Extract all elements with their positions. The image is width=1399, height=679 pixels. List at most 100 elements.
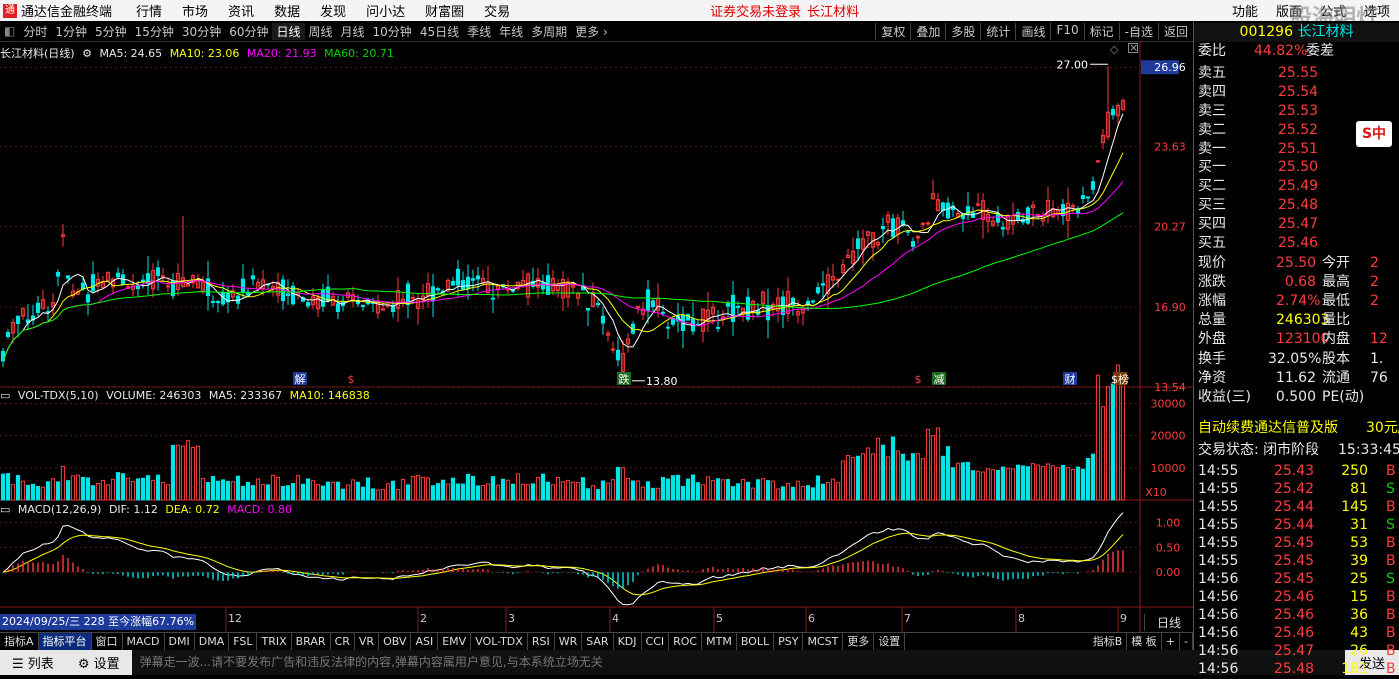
period-multi[interactable]: 多周期 xyxy=(527,23,571,40)
tick-side: S xyxy=(1386,571,1395,587)
tab-right-3[interactable]: - xyxy=(1180,633,1193,650)
login-warning[interactable]: 证券交易未登录 xyxy=(710,1,801,20)
tool-unfavorite[interactable]: -自选 xyxy=(1118,22,1158,40)
menu-item-news[interactable]: 资讯 xyxy=(218,1,264,20)
tab-18[interactable]: KDJ xyxy=(614,633,642,650)
period-monthly[interactable]: 月线 xyxy=(337,23,369,40)
tool-adjust[interactable]: 复权 xyxy=(875,22,910,40)
tool-back[interactable]: 返回 xyxy=(1157,22,1193,40)
tab-11[interactable]: OBV xyxy=(379,633,412,650)
tab-0[interactable]: 指标A xyxy=(0,633,39,650)
tab-3[interactable]: MACD xyxy=(123,633,165,650)
tab-4[interactable]: DMI xyxy=(165,633,195,650)
tab-12[interactable]: ASI xyxy=(411,633,439,650)
volume-bar xyxy=(650,487,656,501)
tool-overlay[interactable]: 叠加 xyxy=(910,22,945,40)
tab-22[interactable]: BOLL xyxy=(737,633,775,650)
candle-body xyxy=(820,283,826,286)
tick-side: B xyxy=(1386,589,1396,605)
tab-8[interactable]: BRAR xyxy=(292,633,331,650)
sogou-input-icon[interactable]: S中 xyxy=(1356,121,1392,147)
tab-24[interactable]: MCST xyxy=(803,633,844,650)
menu-item-market[interactable]: 市场 xyxy=(172,1,218,20)
grid-icon[interactable]: ◧ xyxy=(0,24,19,38)
stat-value2: 12 xyxy=(1370,331,1388,347)
candle-body xyxy=(490,297,496,300)
candle-body xyxy=(335,303,341,312)
period-weekly[interactable]: 周线 xyxy=(305,23,337,40)
trade-time: 15:33:45 xyxy=(1338,442,1399,458)
candle-body xyxy=(660,311,666,314)
tab-10[interactable]: VR xyxy=(355,633,380,650)
menu-function[interactable]: 功能 xyxy=(1223,1,1267,20)
candle-body xyxy=(905,230,911,233)
volume-bar xyxy=(150,479,156,501)
tab-2[interactable]: 窗口 xyxy=(92,633,123,650)
period-30min[interactable]: 30分钟 xyxy=(178,23,225,40)
tick-row: 14:56 25.46 36 B xyxy=(1198,606,1398,625)
menu-item-ask[interactable]: 问小达 xyxy=(356,1,415,20)
vol-unit-label: X10 xyxy=(1145,486,1167,499)
period-more[interactable]: 更多 › xyxy=(571,23,612,40)
ad-text[interactable]: 自动续费通达信普及版 xyxy=(1198,420,1338,436)
tool-f10[interactable]: F10 xyxy=(1050,22,1083,40)
tab-right-2[interactable]: + xyxy=(1162,633,1181,650)
tab-20[interactable]: ROC xyxy=(669,633,703,650)
tab-17[interactable]: SAR xyxy=(582,633,614,650)
period-10min[interactable]: 10分钟 xyxy=(369,23,416,40)
tool-mark[interactable]: 标记 xyxy=(1083,22,1119,40)
tab-16[interactable]: WR xyxy=(555,633,583,650)
period-year[interactable]: 年线 xyxy=(495,23,527,40)
tool-multistock[interactable]: 多股 xyxy=(945,22,980,40)
period-daily[interactable]: 日线 xyxy=(272,22,305,40)
tab-21[interactable]: MTM xyxy=(702,633,737,650)
period-60min[interactable]: 60分钟 xyxy=(225,23,272,40)
menu-item-quote[interactable]: 行情 xyxy=(126,1,172,20)
tick-volume: 15 xyxy=(1350,589,1368,605)
menu-item-wealth[interactable]: 财富圈 xyxy=(415,1,474,20)
menu-item-data[interactable]: 数据 xyxy=(264,1,310,20)
period-5min[interactable]: 5分钟 xyxy=(91,23,131,40)
tool-stats[interactable]: 统计 xyxy=(980,22,1015,40)
menu-item-trade[interactable]: 交易 xyxy=(474,1,520,20)
tab-1[interactable]: 指标平台 xyxy=(38,633,92,650)
tab-13[interactable]: EMV xyxy=(438,633,472,650)
volume-bar xyxy=(870,453,876,501)
volume-bar xyxy=(405,484,411,501)
tab-19[interactable]: CCI xyxy=(642,633,670,650)
tab-7[interactable]: TRIX xyxy=(257,633,292,650)
period-45day[interactable]: 45日线 xyxy=(416,23,463,40)
period-1min[interactable]: 1分钟 xyxy=(51,23,91,40)
volume-bar xyxy=(775,488,781,501)
tab-9[interactable]: CR xyxy=(331,633,355,650)
tick-row: 14:56 25.47 26 B xyxy=(1198,642,1398,661)
tab-25[interactable]: 更多 xyxy=(843,633,875,650)
tick-time: 14:56 xyxy=(1198,571,1239,587)
tab-5[interactable]: DMA xyxy=(195,633,230,650)
volume-bar xyxy=(490,476,496,501)
barrage-input[interactable]: 弹幕走一波...请不要发布广告和违反法律的内容,弹幕内容属用户意见,与本系统立场… xyxy=(131,650,1345,675)
candle-body xyxy=(890,218,896,238)
time-period[interactable]: 日线 xyxy=(1144,614,1193,631)
tab-23[interactable]: PSY xyxy=(774,633,804,650)
volume-bar xyxy=(35,485,41,501)
volume-bar xyxy=(625,477,631,501)
period-15min[interactable]: 15分钟 xyxy=(131,23,178,40)
list-button[interactable]: ☰ 列表 xyxy=(0,653,66,672)
period-tick[interactable]: 分时 xyxy=(19,23,51,40)
tab-15[interactable]: RSI xyxy=(528,633,555,650)
kline-chart[interactable]: 26.96 23.63 20.27 16.90 13.54 30000 20000 10000… xyxy=(0,42,1193,632)
tab-6[interactable]: FSL xyxy=(229,633,258,650)
settings-button[interactable]: ⚙ 设置 xyxy=(66,653,132,672)
period-quarter[interactable]: 季线 xyxy=(463,23,495,40)
tab-right-1[interactable]: 模 板 xyxy=(1127,633,1162,650)
volume-bar xyxy=(905,460,911,501)
candle-body xyxy=(880,226,886,230)
tab-14[interactable]: VOL-TDX xyxy=(471,633,528,650)
menu-item-discover[interactable]: 发现 xyxy=(310,1,356,20)
stat-value: 246303 xyxy=(1276,312,1330,328)
tool-draw[interactable]: 画线 xyxy=(1015,22,1050,40)
tick-volume: 250 xyxy=(1341,463,1368,479)
tab-right-0[interactable]: 指标B xyxy=(1089,633,1128,650)
tab-26[interactable]: 设置 xyxy=(874,633,906,650)
